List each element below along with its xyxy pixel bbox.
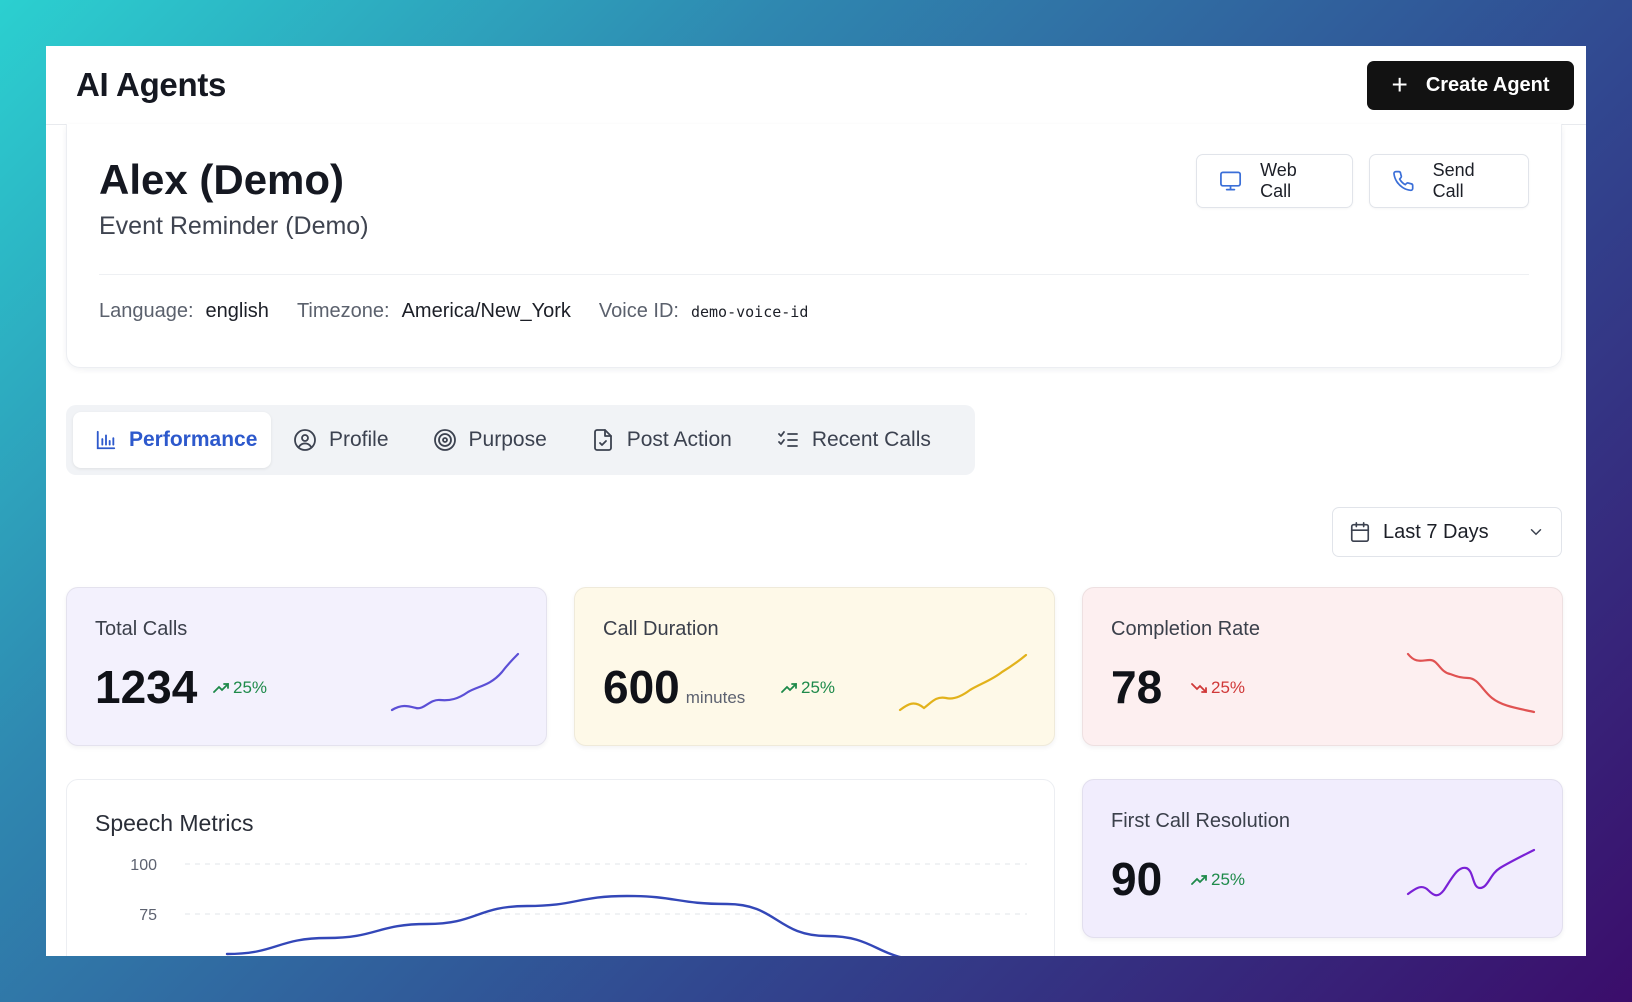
tab-label: Recent Calls <box>811 428 931 451</box>
tab-purpose[interactable]: Purpose <box>411 412 569 468</box>
tab-performance[interactable]: Performance <box>73 412 271 468</box>
sparkline <box>390 652 520 712</box>
total-calls-card: Total Calls 1234 25% <box>66 587 547 746</box>
date-range-select[interactable]: Last 7 Days <box>1332 507 1562 557</box>
metric-trend-value: 25% <box>233 678 268 697</box>
language-value: english <box>205 300 269 322</box>
metric-trend: 25% <box>781 678 835 698</box>
y-tick-label: 75 <box>139 907 157 924</box>
file-check-icon <box>593 429 612 451</box>
date-range-value: Last 7 Days <box>1383 520 1489 543</box>
chevron-down-icon <box>1530 529 1542 536</box>
page-title: AI Agents <box>76 66 227 103</box>
tab-post-action[interactable]: Post Action <box>569 412 754 468</box>
y-tick-label: 100 <box>130 857 157 874</box>
metric-trend: 25% <box>1191 678 1245 698</box>
send-call-button[interactable]: Send Call <box>1369 154 1529 208</box>
metric-trend: 25% <box>1191 870 1245 890</box>
calendar-icon <box>1350 522 1370 542</box>
bar-chart-icon <box>96 430 116 450</box>
metric-value: 1234 <box>95 661 198 713</box>
timezone-label: Timezone: <box>296 300 390 322</box>
metric-title: First Call Resolution <box>1111 810 1290 832</box>
plus-icon: + <box>1391 69 1408 100</box>
voice-id-label: Voice ID: <box>598 300 679 322</box>
metric-value: 90 <box>1111 853 1163 905</box>
agent-details-card: Alex (Demo) Event Reminder (Demo) Web Ca… <box>66 124 1562 368</box>
metric-number: 600 <box>603 661 680 713</box>
tab-label: Profile <box>329 428 389 451</box>
web-call-button[interactable]: Web Call <box>1196 154 1353 208</box>
metric-title: Total Calls <box>95 618 188 640</box>
app-window: AI Agents + Create Agent Alex (Demo) Eve… <box>46 46 1586 956</box>
agent-meta: Language: english Timezone: America/New_… <box>99 300 808 323</box>
trend-up-icon <box>213 683 229 693</box>
tab-profile[interactable]: Profile <box>271 412 411 468</box>
create-agent-label: Create Agent <box>1425 73 1550 96</box>
agent-subtitle: Event Reminder (Demo) <box>99 212 369 240</box>
call-actions: Web Call Send Call <box>1196 154 1529 208</box>
speech-metrics-card: Speech Metrics 100 75 <box>66 779 1055 956</box>
tab-label: Performance <box>129 428 258 451</box>
send-call-label: Send Call <box>1432 160 1475 201</box>
metric-title: Call Duration <box>603 618 719 640</box>
tab-label: Post Action <box>626 428 732 451</box>
metric-unit: minutes <box>685 688 746 707</box>
list-checks-icon <box>777 431 798 447</box>
web-call-label: Web Call <box>1260 160 1297 201</box>
language-label: Language: <box>99 300 194 322</box>
trend-up-icon <box>1191 875 1207 885</box>
metric-trend-value: 25% <box>1211 870 1246 889</box>
target-icon <box>433 429 456 451</box>
tab-recent-calls[interactable]: Recent Calls <box>754 412 953 468</box>
sparkline <box>1406 652 1536 714</box>
timezone-value: America/New_York <box>401 300 571 322</box>
call-duration-card: Call Duration 600 minutes 25% <box>574 587 1055 746</box>
first-call-resolution-card: First Call Resolution 90 25% <box>1082 779 1563 938</box>
metric-value: 78 <box>1111 661 1163 713</box>
speech-metrics-chart: 100 75 <box>130 857 1027 956</box>
series-line <box>225 894 902 956</box>
user-circle-icon <box>294 429 316 451</box>
speech-metrics-title: Speech Metrics <box>95 810 254 836</box>
tab-label: Purpose <box>468 428 547 451</box>
metric-title: Completion Rate <box>1111 618 1260 640</box>
agent-tabs: Performance Profile Purpose Post Action … <box>66 405 975 475</box>
metric-value: 600 minutes <box>603 660 745 714</box>
phone-icon <box>1393 170 1414 192</box>
trend-down-icon <box>1191 683 1207 693</box>
top-bar: AI Agents + Create Agent <box>46 46 1586 125</box>
monitor-icon <box>1220 171 1242 191</box>
agent-name: Alex (Demo) <box>99 156 345 203</box>
sparkline <box>1406 848 1536 897</box>
card-divider <box>99 274 1529 275</box>
metric-trend: 25% <box>213 678 267 698</box>
metric-trend-value: 25% <box>1211 678 1246 697</box>
voice-id-value: demo-voice-id <box>690 303 809 321</box>
sparkline <box>898 653 1028 712</box>
metric-trend-value: 25% <box>801 678 836 697</box>
create-agent-button[interactable]: + Create Agent <box>1367 60 1574 110</box>
completion-rate-card: Completion Rate 78 25% <box>1082 587 1563 746</box>
trend-up-icon <box>781 683 797 693</box>
